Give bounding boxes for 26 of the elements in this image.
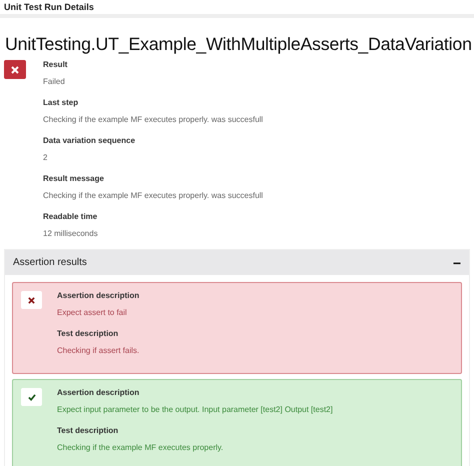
field-label: Result	[43, 59, 68, 69]
field-value: Checking if the example MF executes properly. was succesfull	[43, 191, 263, 200]
cross-icon	[28, 296, 35, 304]
cross-icon	[11, 66, 19, 74]
assertion-label: Assertion description	[57, 388, 140, 397]
assertion-label: Assertion description	[57, 291, 140, 300]
field-value: Checking if the example MF executes properly. was succesfull	[43, 115, 263, 124]
section-header[interactable]: Assertion results −	[5, 250, 469, 275]
test-name: UnitTesting.UT_Example_WithMultipleAsserts_DataVariation	[4, 33, 473, 55]
test-label: Test description	[57, 329, 120, 338]
field-label: Readable time	[43, 211, 98, 221]
test-label: Test description	[57, 426, 120, 435]
assertion-text: Expect assert to fail	[57, 308, 128, 317]
field-label: Last step	[43, 97, 80, 107]
collapse-button[interactable]: −	[452, 254, 461, 270]
field-value: 12 milliseconds	[43, 229, 99, 238]
field-value: 2	[43, 153, 48, 162]
check-icon	[28, 394, 36, 400]
field-value: Failed	[43, 77, 66, 86]
window-title: Unit Test Run Details	[4, 2, 94, 12]
test-text: Checking if assert fails.	[57, 346, 140, 355]
section-title: Assertion results	[13, 257, 87, 268]
field-label: Data variation sequence	[43, 135, 136, 145]
assertion-text: Expect input parameter to be the output. Input parameter [test2] Output [test2]	[57, 405, 333, 414]
test-text: Checking if the example MF executes properly.	[57, 443, 224, 452]
field-label: Result message	[43, 173, 105, 183]
